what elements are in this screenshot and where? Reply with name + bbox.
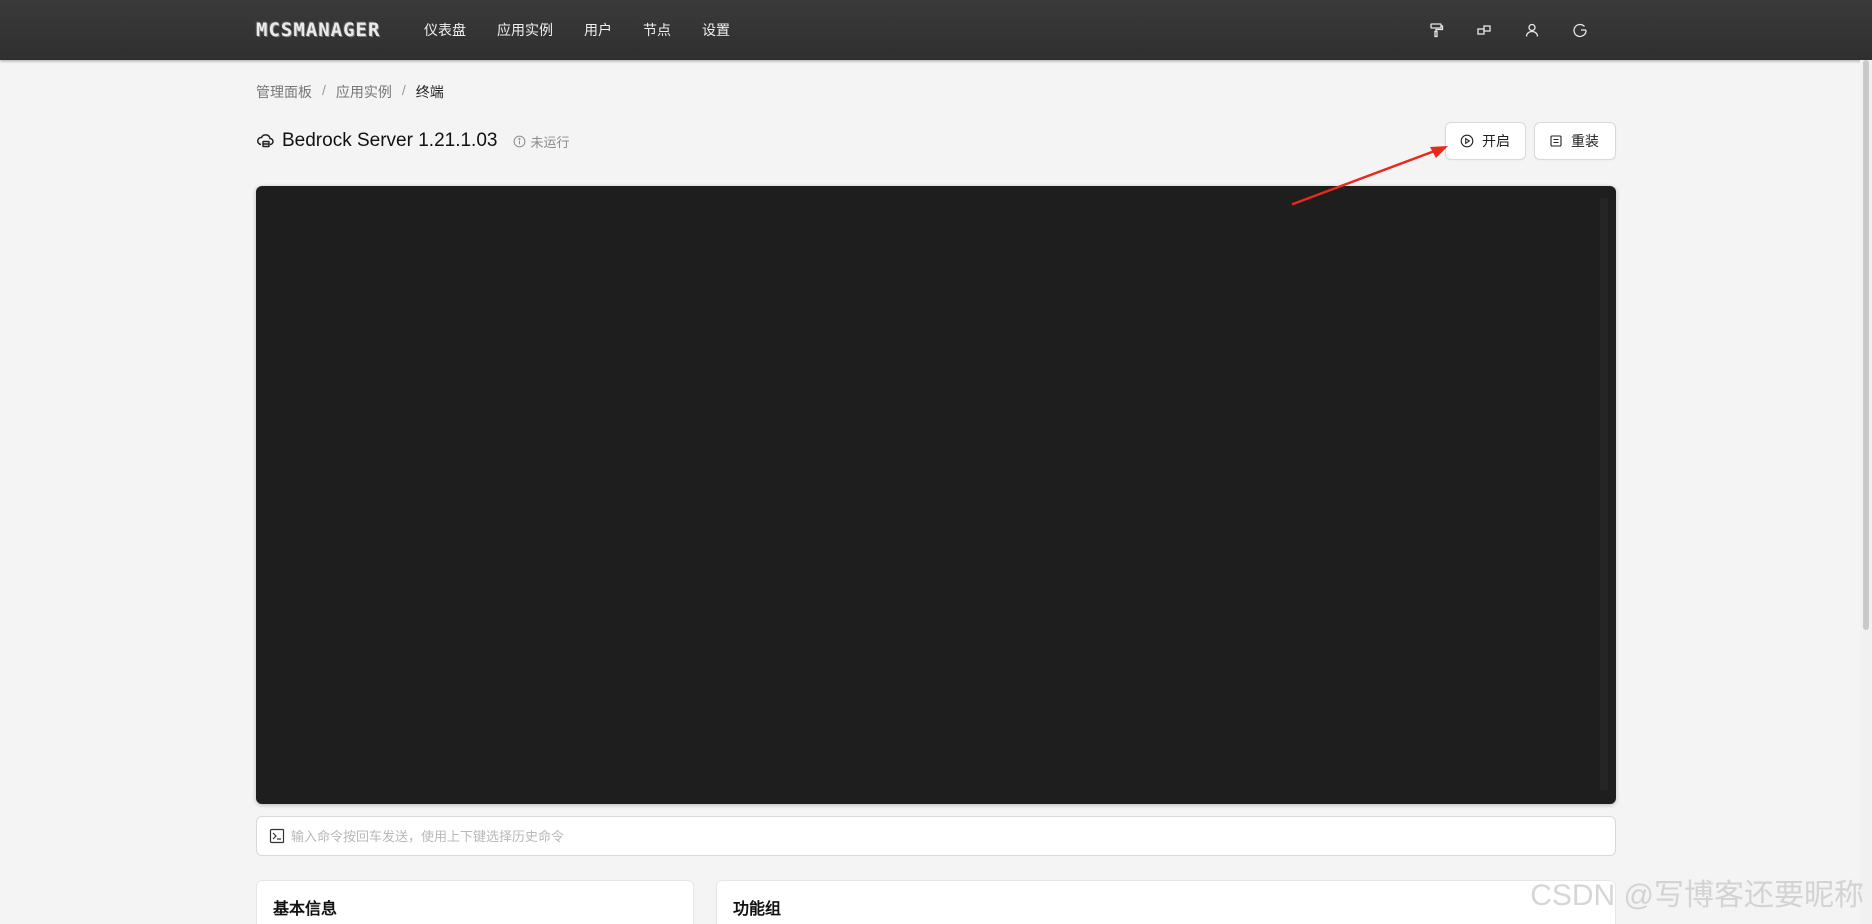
page-title: Bedrock Server 1.21.1.03 bbox=[282, 130, 498, 151]
page-scrollbar[interactable] bbox=[1860, 60, 1872, 924]
top-icon-group bbox=[1424, 0, 1592, 60]
reinstall-button-label: 重装 bbox=[1571, 133, 1599, 149]
function-group-card: 功能组 bbox=[716, 880, 1616, 924]
play-circle-icon bbox=[1460, 134, 1474, 148]
instance-header: Bedrock Server 1.21.1.03 未运行 bbox=[256, 130, 569, 152]
breadcrumb: 管理面板 / 应用实例 / 终端 bbox=[256, 82, 444, 102]
info-icon bbox=[514, 135, 526, 147]
nav-item-users[interactable]: 用户 bbox=[584, 0, 612, 60]
nav-item-nodes[interactable]: 节点 bbox=[643, 0, 671, 60]
breadcrumb-item-terminal: 终端 bbox=[415, 84, 444, 100]
terminal-output[interactable] bbox=[256, 186, 1616, 804]
breadcrumb-item-panel[interactable]: 管理面板 bbox=[256, 82, 312, 102]
reinstall-button[interactable]: 重装 bbox=[1534, 122, 1616, 160]
nav-item-settings[interactable]: 设置 bbox=[702, 0, 730, 60]
start-button[interactable]: 开启 bbox=[1445, 122, 1526, 160]
watermark: CSDN @写博客还要昵称 bbox=[1530, 879, 1864, 912]
function-group-title: 功能组 bbox=[733, 901, 782, 918]
cloud-server-icon bbox=[256, 131, 276, 151]
top-navigation-bar: MCSMANAGER 仪表盘 应用实例 用户 节点 设置 bbox=[0, 0, 1872, 60]
logout-icon[interactable] bbox=[1568, 18, 1592, 42]
page-scrollbar-thumb[interactable] bbox=[1863, 60, 1869, 630]
basic-info-title: 基本信息 bbox=[273, 901, 338, 918]
brush-icon[interactable] bbox=[1424, 18, 1448, 42]
nav-item-dashboard[interactable]: 仪表盘 bbox=[424, 0, 466, 60]
status-badge: 未运行 bbox=[513, 132, 569, 151]
basic-info-card: 基本信息 bbox=[256, 880, 694, 924]
terminal-icon bbox=[269, 828, 285, 844]
main-nav: 仪表盘 应用实例 用户 节点 设置 bbox=[424, 0, 761, 60]
start-button-label: 开启 bbox=[1482, 133, 1510, 149]
user-icon[interactable] bbox=[1520, 18, 1544, 42]
reinstall-icon bbox=[1550, 135, 1562, 147]
breadcrumb-separator: / bbox=[322, 82, 326, 98]
status-text: 未运行 bbox=[530, 134, 570, 150]
breadcrumb-separator: / bbox=[401, 82, 406, 98]
terminal-scrollbar[interactable] bbox=[1600, 198, 1608, 790]
layout-icon[interactable] bbox=[1472, 18, 1496, 42]
nav-item-instances[interactable]: 应用实例 bbox=[497, 0, 553, 60]
app-logo[interactable]: MCSMANAGER bbox=[256, 18, 380, 42]
command-input-container bbox=[256, 816, 1616, 856]
command-input[interactable] bbox=[291, 828, 1603, 844]
breadcrumb-item-instances[interactable]: 应用实例 bbox=[336, 82, 392, 102]
